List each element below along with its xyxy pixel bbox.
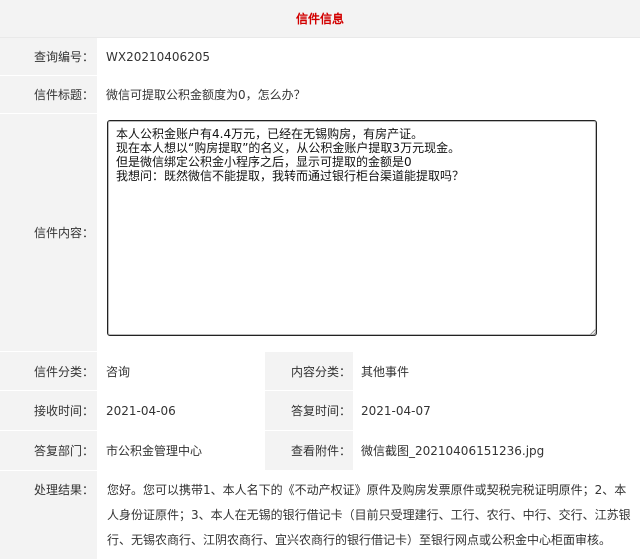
subject-label: 信件标题： (0, 76, 97, 113)
resize-handle-icon[interactable] (589, 328, 597, 336)
subject-value: 微信可提取公积金额度为0，怎么办？ (106, 88, 306, 102)
category-label: 信件分类： (0, 352, 97, 390)
department-value: 市公积金管理中心 (106, 444, 203, 458)
content-category-value: 其他事件 (361, 364, 410, 379)
attachment-link[interactable]: 微信截图_20210406151236.jpg (361, 431, 544, 470)
letter-info-panel: 信件信息 查询编号： WX20210406205 信件标题： 微信可提取公积金额… (0, 0, 640, 559)
query-no-value: WX20210406205 (106, 49, 211, 64)
row-department: 答复部门： 市公积金管理中心 查看附件： 微信截图_20210406151236… (0, 431, 640, 471)
department-label: 答复部门： (0, 431, 97, 470)
panel-title-text: 信件信息 (295, 12, 344, 26)
result-text: 您好。您可以携带1、本人名下的《不动产权证》原件及购房发票原件或契税完税证明原件… (107, 483, 631, 547)
attachment-label: 查看附件： (265, 431, 353, 470)
row-subject: 信件标题： 微信可提取公积金额度为0，怎么办？ (0, 76, 640, 114)
content-label: 信件内容： (0, 114, 97, 351)
replied-label: 答复时间： (265, 391, 353, 430)
query-no-label: 查询编号： (0, 38, 97, 75)
received-value: 2021-04-06 (106, 403, 176, 418)
replied-value: 2021-04-07 (361, 403, 431, 418)
content-textarea[interactable]: 本人公积金账户有4.4万元，已经在无锡购房，有房产证。 现在本人想以“购房提取”… (107, 120, 597, 336)
row-category: 信件分类： 咨询 内容分类： 其他事件 (0, 352, 640, 391)
row-times: 接收时间： 2021-04-06 答复时间： 2021-04-07 (0, 391, 640, 431)
category-value: 咨询 (106, 364, 131, 379)
received-label: 接收时间： (0, 391, 97, 430)
panel-title: 信件信息 (0, 0, 640, 38)
content-category-label: 内容分类： (265, 352, 353, 390)
row-query-no: 查询编号： WX20210406205 (0, 38, 640, 76)
result-label: 处理结果： (0, 471, 97, 559)
